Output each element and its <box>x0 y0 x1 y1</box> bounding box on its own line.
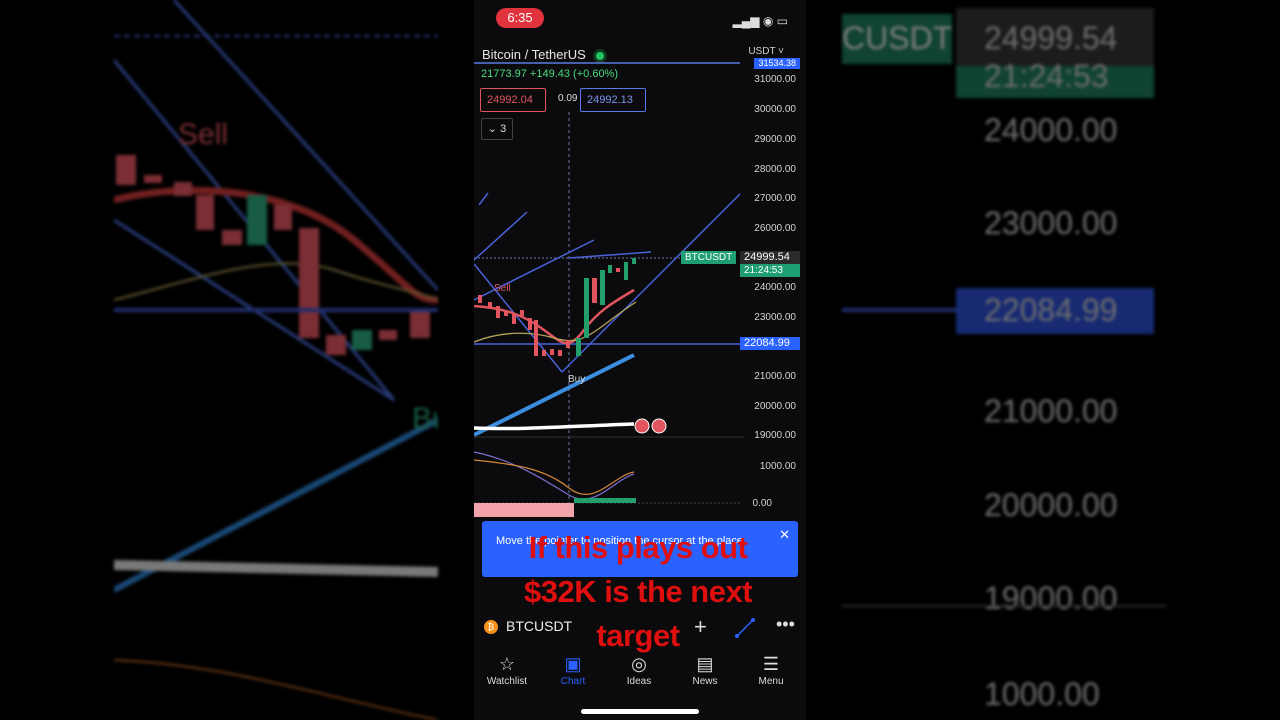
resistance-line <box>568 251 652 259</box>
background-price-0: 24999.54 <box>984 20 1118 56</box>
y-axis-label: 31000.00 <box>754 74 796 85</box>
histogram-positive <box>574 498 636 503</box>
background-price-2: 24000.00 <box>984 112 1118 148</box>
y-axis-label: 26000.00 <box>754 223 796 234</box>
background-price-8: 1000.00 <box>984 676 1100 712</box>
tab-label: Ideas <box>626 676 652 687</box>
y-axis-label: 24000.00 <box>754 282 796 293</box>
caption-line-2: $32K is the next <box>523 574 753 609</box>
tab-label: Chart <box>560 676 586 687</box>
buy-signal-label: Buy <box>568 374 586 385</box>
price-chart[interactable] <box>474 40 744 520</box>
tab-label: News <box>692 676 718 687</box>
background-price-4: 22084.99 <box>984 292 1118 328</box>
background-support-line <box>842 308 956 312</box>
background-price-6: 20000.00 <box>984 487 1118 523</box>
y-axis-label: 20000.00 <box>754 401 796 412</box>
background-price-7: 19000.00 <box>984 580 1118 616</box>
trend-line-blue <box>474 353 635 437</box>
histogram-negative <box>474 503 574 517</box>
y-axis-label: 19000.00 <box>754 430 796 441</box>
symbol-price-tag: BTCUSDT <box>681 251 737 264</box>
tab-news[interactable]: ▤ News <box>672 654 738 687</box>
sell-signal-label: Sell <box>494 283 511 294</box>
background-right-chart: CUSDT 24999.54 21:24:53 24000.00 23000.0… <box>842 0 1166 720</box>
channel-line-a <box>474 239 595 301</box>
caption-line-1: If this plays out <box>528 530 748 565</box>
chevron-down-icon: ˅ <box>775 46 784 57</box>
background-sell-label: Sell <box>178 118 229 151</box>
bar-countdown-tag: 21:24:53 <box>740 264 800 277</box>
background-buy-label: Bu <box>412 402 438 435</box>
currency-label: USDT <box>748 46 776 57</box>
tab-menu[interactable]: ☰ Menu <box>738 654 804 687</box>
tab-label: Menu <box>758 676 784 687</box>
indicator-axis-label: 0.00 <box>752 498 772 509</box>
tab-chart[interactable]: ▣ Chart <box>540 654 606 687</box>
video-caption-overlay: If this plays out $32K is the next targe… <box>488 526 788 658</box>
tab-label: Watchlist <box>486 676 528 687</box>
background-left-drawing <box>114 0 438 720</box>
indicator-axis-label: 1000.00 <box>759 461 796 472</box>
tab-ideas[interactable]: ◎ Ideas <box>606 654 672 687</box>
support-price-tag: 22084.99 <box>740 337 800 350</box>
tab-watchlist[interactable]: ☆ Watchlist <box>474 654 540 687</box>
channel-line-c <box>474 211 528 261</box>
y-axis-label: 23000.00 <box>754 312 796 323</box>
us-flag-event-icon[interactable] <box>634 418 650 434</box>
y-axis-label: 28000.00 <box>754 164 796 175</box>
channel-line-b <box>478 192 489 206</box>
y-axis-label: 30000.00 <box>754 104 796 115</box>
background-symbol-tag: CUSDT <box>842 20 953 56</box>
background-price-5: 21000.00 <box>984 393 1118 429</box>
top-price-tag: 31534.38 <box>754 58 800 69</box>
current-price-tag: 24999.54 <box>740 251 800 264</box>
status-time: 6:35 <box>496 8 544 28</box>
system-icons: ▂▄▆ ◉ ▭ <box>732 14 788 28</box>
home-indicator[interactable] <box>581 709 699 714</box>
y-axis-label: 27000.00 <box>754 193 796 204</box>
background-divider <box>842 605 1166 607</box>
y-axis-label: 29000.00 <box>754 134 796 145</box>
y-axis-label: 21000.00 <box>754 371 796 382</box>
us-flag-event-icon-2[interactable] <box>651 418 667 434</box>
currency-select[interactable]: USDT ˅ <box>748 46 784 57</box>
background-left-chart: Sell Bu <box>114 0 438 720</box>
background-price-3: 23000.00 <box>984 205 1118 241</box>
channel-line-lower-left <box>474 263 563 373</box>
background-price-1: 21:24:53 <box>984 58 1109 94</box>
signal-line <box>474 459 635 495</box>
macd-line <box>474 451 635 500</box>
caption-line-3: target <box>596 618 680 653</box>
